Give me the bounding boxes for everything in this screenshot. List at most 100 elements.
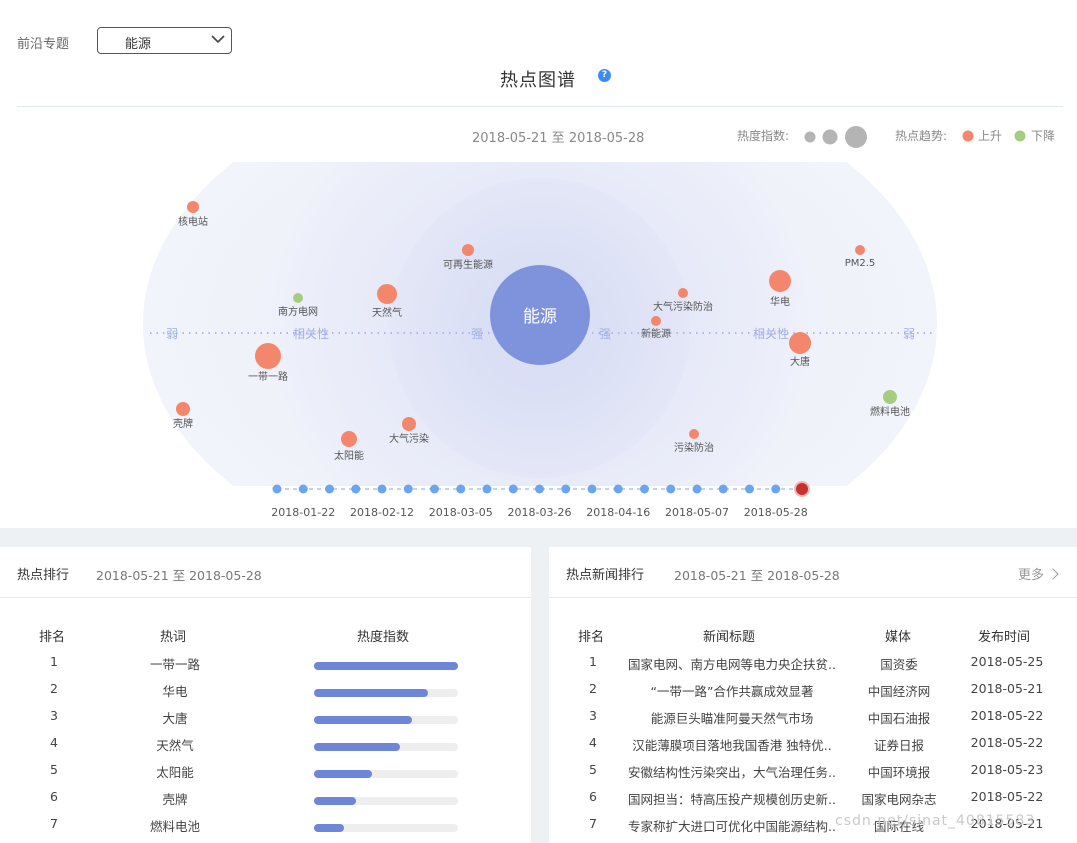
col-news-rank: 排名	[578, 630, 605, 645]
graph-node[interactable]	[377, 284, 397, 304]
heat-size-icon	[845, 126, 867, 148]
timeline-point-selected[interactable]	[796, 483, 808, 495]
timeline-label: 2018-04-16	[586, 506, 650, 519]
graph-node-label: 大唐	[790, 355, 810, 368]
graph-node[interactable]	[187, 201, 199, 213]
news-date-cell: 2018-05-23	[970, 762, 1044, 777]
axis-label-strong: 强	[599, 327, 611, 341]
news-rank-header: 热点新闻排行 2018-05-21 至 2018-05-28 更多	[549, 547, 1077, 598]
timeline-point[interactable]	[587, 484, 597, 494]
news-title-cell[interactable]: 能源巨头瞄准阿曼天然气市场	[619, 708, 845, 727]
table-row[interactable]: 4 天然气	[0, 735, 531, 762]
rank-cell: 7	[50, 816, 58, 831]
timeline-point[interactable]	[298, 484, 308, 494]
timeline-label: 2018-02-12	[350, 506, 414, 519]
timeline-point[interactable]	[325, 484, 334, 494]
word-cell: 大唐	[162, 711, 188, 726]
timeline-label: 2018-03-26	[508, 506, 572, 519]
news-rank-cell: 3	[589, 708, 597, 723]
graph-node-label: 燃料电池	[870, 405, 910, 418]
graph-node-label: 核电站	[178, 215, 208, 228]
table-row[interactable]: 3 大唐	[0, 708, 531, 735]
news-title-cell[interactable]: 国网担当：特高压投产规模创历史新..	[619, 789, 845, 808]
timeline-point[interactable]	[771, 484, 781, 494]
heat-bar-fill	[314, 797, 356, 805]
graph-node[interactable]	[293, 293, 303, 303]
heat-bar-fill	[314, 662, 458, 670]
axis-label-relevance: 相关性	[753, 327, 789, 341]
heat-bar	[314, 716, 458, 724]
timeline-point[interactable]	[692, 484, 702, 494]
heat-bar	[314, 662, 458, 670]
graph-node[interactable]	[678, 288, 688, 298]
table-row[interactable]: 1 一带一路	[0, 654, 531, 681]
timeline-point[interactable]	[613, 484, 623, 494]
timeline-point[interactable]	[640, 484, 649, 494]
graph-node[interactable]	[855, 245, 865, 255]
graph-node[interactable]	[462, 244, 474, 256]
hot-rank-header: 热点排行 2018-05-21 至 2018-05-28	[0, 547, 531, 598]
heat-bar-fill	[314, 716, 412, 724]
news-row[interactable]: 5 安徽结构性污染突出，大气治理任务.. 中国环境报 2018-05-23	[549, 762, 1077, 789]
timeline-point[interactable]	[535, 484, 544, 494]
graph-node-label: 大气污染	[389, 432, 429, 445]
timeline-point[interactable]	[377, 484, 387, 494]
news-row[interactable]: 6 国网担当：特高压投产规模创历史新.. 国家电网杂志 2018-05-22	[549, 789, 1077, 816]
graph-node[interactable]	[883, 390, 897, 404]
timeline-label: 2018-01-22	[271, 506, 335, 519]
timeline-point[interactable]	[666, 484, 676, 494]
news-title-cell[interactable]: 国家电网、南方电网等电力央企扶贫..	[619, 654, 845, 673]
graph-node[interactable]	[402, 417, 416, 431]
graph-node[interactable]	[255, 343, 281, 369]
table-row[interactable]: 2 华电	[0, 681, 531, 708]
heat-bar	[314, 797, 458, 805]
news-media-cell: 证券日报	[873, 738, 924, 753]
timeline-point[interactable]	[403, 484, 413, 494]
timeline-point[interactable]	[745, 484, 754, 494]
timeline-point[interactable]	[351, 484, 361, 494]
news-rank-cell: 7	[589, 816, 597, 831]
news-rank-panel: 热点新闻排行 2018-05-21 至 2018-05-28 更多 排名 新闻标…	[549, 547, 1077, 843]
news-title-cell[interactable]: 汉能薄膜项目落地我国香港 独特优..	[619, 735, 845, 754]
rank-cell: 4	[50, 735, 58, 750]
timeline-point[interactable]	[456, 484, 466, 494]
col-heat: 热度指数	[357, 630, 410, 645]
more-link[interactable]: 更多	[1018, 564, 1059, 583]
word-cell: 壳牌	[162, 792, 188, 807]
rank-cell: 3	[50, 708, 58, 723]
table-row[interactable]: 5 太阳能	[0, 762, 531, 789]
table-row[interactable]: 7 燃料电池	[0, 816, 531, 843]
timeline-point[interactable]	[508, 484, 518, 494]
graph-node[interactable]	[789, 332, 811, 354]
news-row[interactable]: 2 “一带一路”合作共赢成效显著 中国经济网 2018-05-21	[549, 681, 1077, 708]
graph-node[interactable]	[651, 316, 661, 326]
graph-node[interactable]	[176, 402, 190, 416]
timeline-point[interactable]	[718, 484, 728, 494]
trend-up-icon	[962, 130, 974, 142]
col-news-media: 媒体	[885, 630, 912, 645]
graph-node-label: 壳牌	[173, 417, 193, 430]
news-title-cell[interactable]: 专家称扩大进口可优化中国能源结构..	[619, 816, 845, 835]
timeline-point[interactable]	[430, 484, 439, 494]
news-row[interactable]: 4 汉能薄膜项目落地我国香港 独特优.. 证券日报 2018-05-22	[549, 735, 1077, 762]
graph-node[interactable]	[769, 270, 791, 292]
table-row[interactable]: 6 壳牌	[0, 789, 531, 816]
news-rank-cell: 1	[589, 654, 597, 669]
rank-cell: 2	[50, 681, 58, 696]
news-rank-cell: 5	[589, 762, 597, 777]
heat-bar-fill	[314, 770, 372, 778]
axis-label-weak: 弱	[903, 327, 915, 341]
news-row[interactable]: 3 能源巨头瞄准阿曼天然气市场 中国石油报 2018-05-22	[549, 708, 1077, 735]
news-row[interactable]: 1 国家电网、南方电网等电力央企扶贫.. 国资委 2018-05-25	[549, 654, 1077, 681]
timeline-point[interactable]	[561, 484, 571, 494]
news-title-cell[interactable]: “一带一路”合作共赢成效显著	[619, 681, 845, 700]
news-media-cell: 中国石油报	[867, 711, 931, 726]
timeline-point[interactable]	[272, 484, 282, 494]
news-title-cell[interactable]: 安徽结构性污染突出，大气治理任务..	[619, 762, 845, 781]
timeline-point[interactable]	[482, 484, 492, 494]
axis-label-relevance: 相关性	[293, 327, 329, 341]
graph-node[interactable]	[689, 429, 699, 439]
heat-bar-fill	[314, 824, 345, 832]
graph-node[interactable]	[341, 431, 357, 447]
word-cell: 燃料电池	[149, 819, 200, 834]
